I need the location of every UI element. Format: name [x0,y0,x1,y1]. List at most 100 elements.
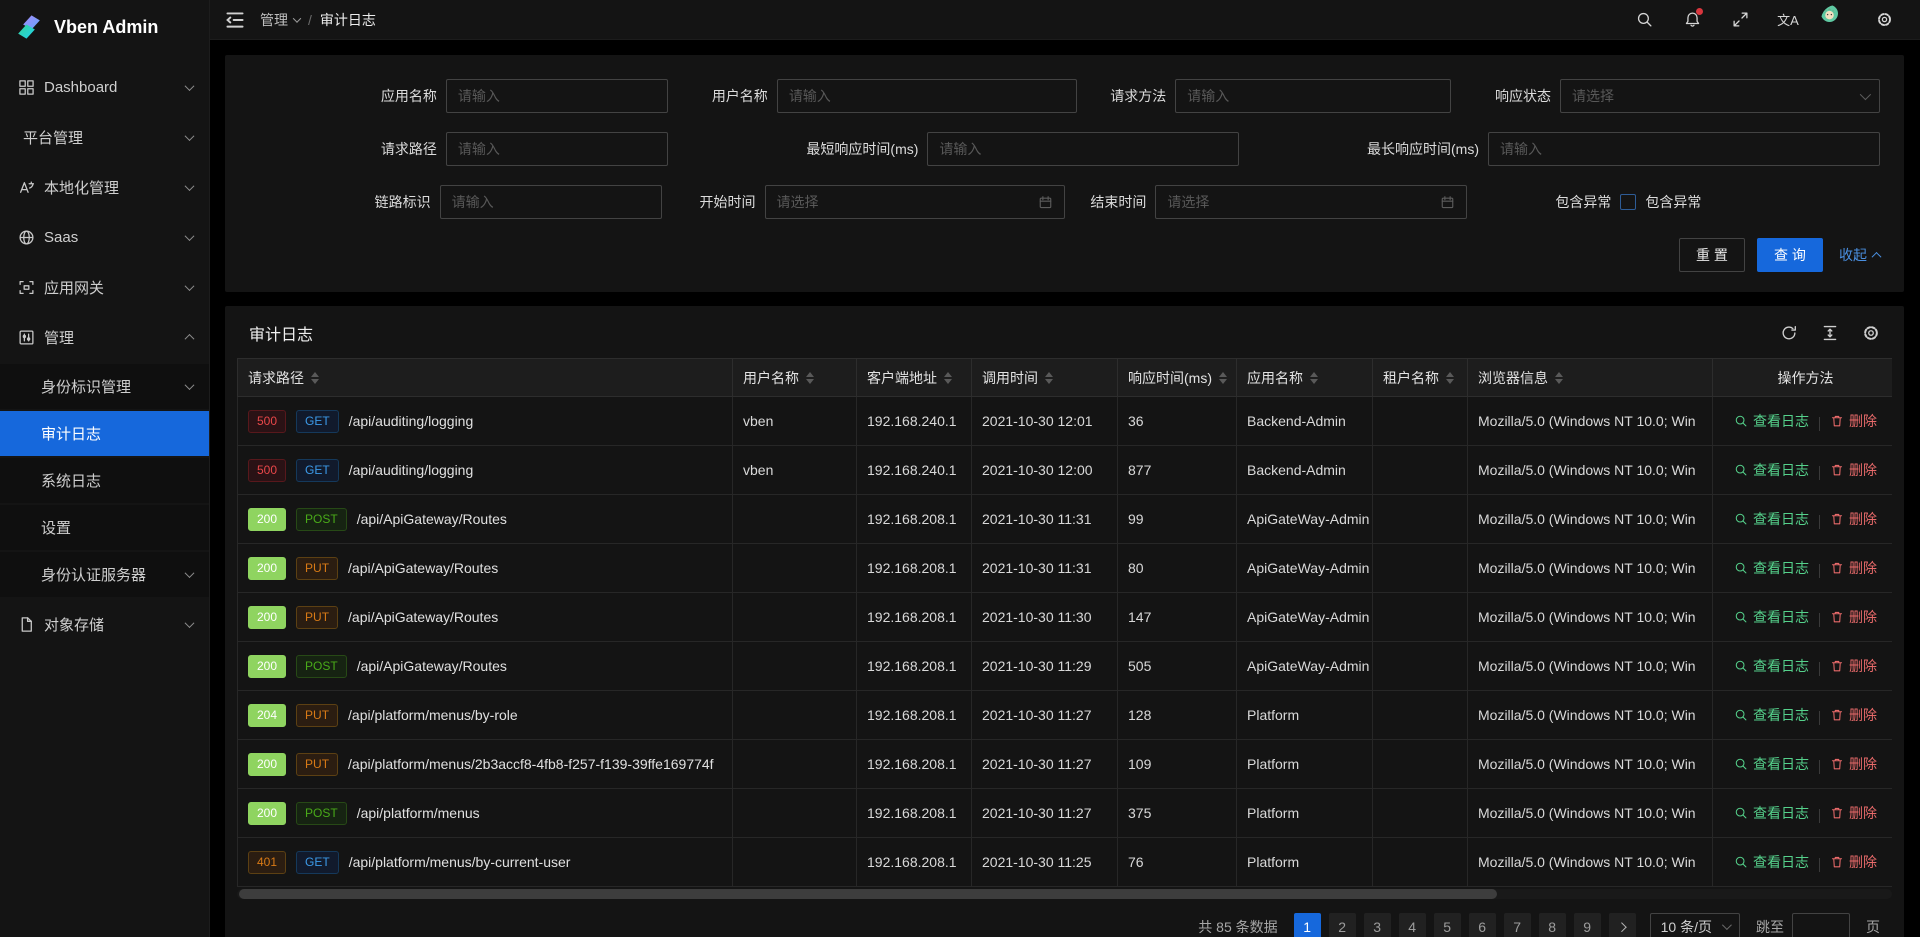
delete-button[interactable]: 删除 [1830,411,1877,431]
view-log-button[interactable]: 查看日志 [1734,754,1809,774]
exception-label: 包含异常 [1555,192,1620,212]
magnifier-icon [1734,512,1748,526]
view-log-button[interactable]: 查看日志 [1734,509,1809,529]
user_name-input[interactable] [777,79,1077,113]
delete-button[interactable]: 删除 [1830,460,1877,480]
page-button-3[interactable]: 3 [1364,913,1391,937]
refresh-icon[interactable] [1780,324,1798,342]
query-button[interactable]: 查 询 [1757,238,1823,272]
app-logo[interactable]: Vben Admin [0,0,209,54]
end_time-date-picker[interactable]: 请选择 [1155,185,1467,219]
exception-checkbox[interactable] [1620,194,1636,210]
column-header-3[interactable]: 调用时间 [972,359,1118,397]
app_name-input[interactable] [446,79,668,113]
trace_id-input[interactable] [440,185,662,219]
table-header-row: 请求路径用户名称客户端地址调用时间响应时间(ms)应用名称租户名称浏览器信息操作… [238,359,1893,397]
path-input[interactable] [446,132,668,166]
sidebar-item-平台管理[interactable]: 平台管理 [0,114,209,160]
request-path: /api/platform/menus/by-current-user [349,854,571,870]
sidebar-item-审计日志[interactable]: 审计日志 [0,411,209,456]
page-size-select[interactable]: 10 条/页 [1650,913,1740,937]
page-button-6[interactable]: 6 [1469,913,1496,937]
delete-button[interactable]: 删除 [1830,607,1877,627]
view-log-button[interactable]: 查看日志 [1734,803,1809,823]
sidebar-item-系统日志[interactable]: 系统日志 [0,458,209,503]
reset-button[interactable]: 重 置 [1679,238,1745,272]
min_time-input[interactable] [927,132,1239,166]
sidebar-item-dashboard[interactable]: Dashboard [0,64,209,110]
delete-button[interactable]: 删除 [1830,803,1877,823]
page-button-5[interactable]: 5 [1434,913,1461,937]
delete-button[interactable]: 删除 [1830,705,1877,725]
column-header-6[interactable]: 租户名称 [1373,359,1468,397]
delete-button[interactable]: 删除 [1830,656,1877,676]
user-name [733,789,857,838]
calendar-icon [1038,195,1053,210]
chevron-down-icon [185,81,195,91]
request-path: /api/auditing/logging [349,462,474,478]
next-page-button[interactable] [1609,913,1636,937]
header-actions: 文A [1626,0,1902,40]
sidebar-item-设置[interactable]: 设置 [0,505,209,550]
view-log-button[interactable]: 查看日志 [1734,705,1809,725]
action-divider [1819,809,1820,823]
page-button-2[interactable]: 2 [1329,913,1356,937]
horizontal-scrollbar[interactable] [237,889,1892,899]
column-header-7[interactable]: 浏览器信息 [1468,359,1713,397]
method-input[interactable] [1175,79,1451,113]
column-header-5[interactable]: 应用名称 [1237,359,1373,397]
client-address: 192.168.208.1 [857,691,972,740]
delete-button[interactable]: 删除 [1830,852,1877,872]
translate-icon[interactable]: 文A [1770,0,1806,40]
view-log-button[interactable]: 查看日志 [1734,558,1809,578]
view-log-button[interactable]: 查看日志 [1734,460,1809,480]
column-header-0[interactable]: 请求路径 [238,359,733,397]
column-label: 用户名称 [743,368,799,388]
view-log-button[interactable]: 查看日志 [1734,411,1809,431]
row-height-icon[interactable] [1821,324,1839,342]
collapse-link[interactable]: 收起 [1839,245,1880,265]
search-icon[interactable] [1626,0,1662,40]
view-log-button[interactable]: 查看日志 [1734,607,1809,627]
sidebar-item-label: 身份标识管理 [41,376,178,397]
settings-icon[interactable] [1866,0,1902,40]
avatar[interactable] [1818,0,1854,40]
sidebar-item-label: 本地化管理 [44,177,178,198]
jump-page-input[interactable] [1792,913,1850,937]
view-log-button[interactable]: 查看日志 [1734,656,1809,676]
delete-button[interactable]: 删除 [1830,754,1877,774]
page-button-8[interactable]: 8 [1539,913,1566,937]
sidebar-item-本地化管理[interactable]: 本地化管理 [0,164,209,210]
page-button-4[interactable]: 4 [1399,913,1426,937]
sidebar-item-身份标识管理[interactable]: 身份标识管理 [0,364,209,409]
app-title: Vben Admin [54,17,158,38]
column-settings-icon[interactable] [1862,324,1880,342]
status-select[interactable]: 请选择 [1560,79,1880,113]
sidebar-item-管理[interactable]: 管理 [0,314,209,360]
delete-button[interactable]: 删除 [1830,509,1877,529]
column-header-4[interactable]: 响应时间(ms) [1118,359,1237,397]
sidebar-item-对象存储[interactable]: 对象存储 [0,601,209,647]
breadcrumb-parent[interactable]: 管理 [260,10,300,30]
sidebar-item-label: 管理 [44,327,178,348]
notification-icon[interactable] [1674,0,1710,40]
fullscreen-icon[interactable] [1722,0,1758,40]
scrollbar-thumb[interactable] [239,889,1497,899]
sidebar-item-身份认证服务器[interactable]: 身份认证服务器 [0,552,209,597]
sidebar-item-saas[interactable]: Saas [0,214,209,260]
delete-button[interactable]: 删除 [1830,558,1877,578]
column-header-1[interactable]: 用户名称 [733,359,857,397]
max_time-input[interactable] [1488,132,1880,166]
chevron-right-icon [1616,922,1626,932]
view-log-button[interactable]: 查看日志 [1734,852,1809,872]
menu-fold-icon[interactable] [224,9,246,31]
page-button-1[interactable]: 1 [1294,913,1321,937]
sidebar-item-label: 对象存储 [44,614,178,635]
sidebar-item-应用网关[interactable]: 应用网关 [0,264,209,310]
sidebar-item-label: 审计日志 [41,423,193,444]
column-header-2[interactable]: 客户端地址 [857,359,972,397]
user_name-label: 用户名称 [712,86,777,106]
page-button-7[interactable]: 7 [1504,913,1531,937]
start_time-date-picker[interactable]: 请选择 [765,185,1065,219]
page-button-9[interactable]: 9 [1574,913,1601,937]
